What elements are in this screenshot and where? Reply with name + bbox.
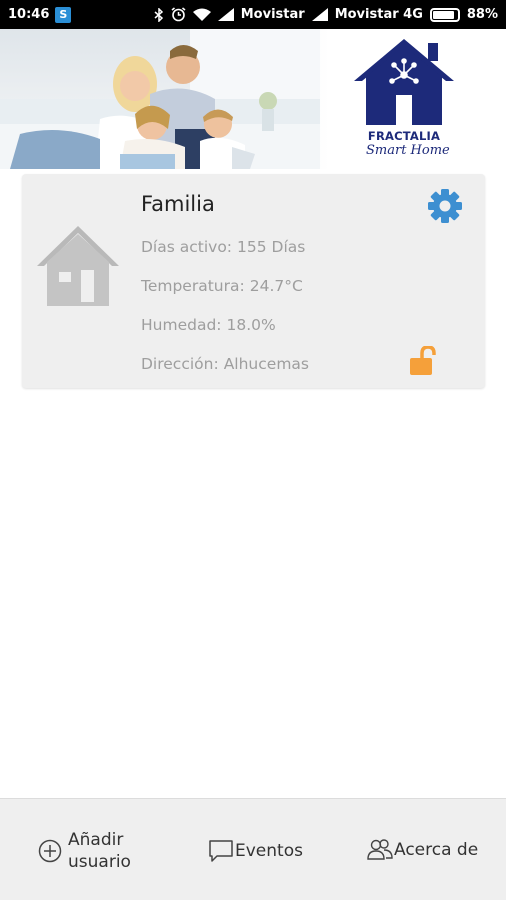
add-circle-icon — [38, 839, 62, 863]
humidity-row: Humedad: 18.0% — [141, 316, 276, 334]
status-time: 10:46 — [8, 7, 50, 22]
events-button[interactable]: Eventos — [208, 839, 303, 863]
people-icon — [367, 839, 393, 860]
temperature-row: Temperatura: 24.7°C — [141, 277, 303, 295]
brand-tagline: Smart Home — [366, 143, 450, 158]
family-photo — [0, 29, 320, 169]
about-label: Acerca de — [394, 840, 479, 860]
home-card[interactable]: Familia Días activo: 155 Días Temperatura… — [22, 174, 485, 388]
address-label: Dirección: — [141, 355, 219, 373]
house-icon — [37, 226, 119, 306]
carrier-name-2: Movistar 4G — [334, 7, 423, 22]
battery-fill — [432, 10, 454, 19]
gear-icon[interactable] — [427, 188, 463, 224]
notification-app-icon: S — [55, 6, 72, 23]
status-bar: 10:46 S Movistar Movistar 4G 88% — [0, 0, 506, 29]
address-row: Dirección: Alhucemas — [141, 355, 309, 373]
about-button[interactable]: Acerca de — [367, 839, 478, 861]
add-user-label: Añadir usuario — [68, 829, 140, 873]
address-value: Alhucemas — [223, 355, 309, 373]
add-user-button[interactable]: Añadir usuario — [38, 829, 140, 873]
status-right: Movistar Movistar 4G 88% — [154, 7, 498, 22]
temperature-label: Temperatura: — [141, 277, 245, 295]
chat-bubble-icon — [209, 840, 233, 862]
battery-icon — [429, 7, 460, 22]
wifi-icon — [192, 8, 211, 21]
events-label: Eventos — [235, 841, 303, 861]
hero-banner[interactable]: FRACTALIA Smart Home — [0, 29, 506, 169]
alarm-icon — [171, 7, 186, 22]
fractalia-logo: FRACTALIA Smart Home — [352, 35, 456, 161]
add-user-label-line1: Añadir — [68, 830, 124, 850]
add-user-label-line2: usuario — [68, 852, 131, 872]
days-active-value: 155 Días — [237, 238, 306, 256]
brand-name: FRACTALIA — [367, 129, 441, 143]
signal-icon-2 — [311, 8, 328, 21]
humidity-label: Humedad: — [141, 316, 222, 334]
temperature-value: 24.7°C — [249, 277, 303, 295]
bluetooth-icon — [154, 7, 163, 22]
status-left: 10:46 S — [8, 6, 72, 23]
unlocked-padlock-icon[interactable] — [408, 346, 438, 376]
days-active-row: Días activo: 155 Días — [141, 238, 305, 256]
signal-icon-1 — [217, 8, 234, 21]
house-logo-icon — [354, 39, 454, 125]
home-name: Familia — [141, 192, 215, 216]
carrier-name-1: Movistar — [240, 7, 305, 22]
bottom-navigation: Añadir usuario Eventos Acerca de — [0, 798, 506, 900]
battery-percent: 88% — [466, 7, 498, 22]
humidity-value: 18.0% — [226, 316, 276, 334]
days-active-label: Días activo: — [141, 238, 233, 256]
